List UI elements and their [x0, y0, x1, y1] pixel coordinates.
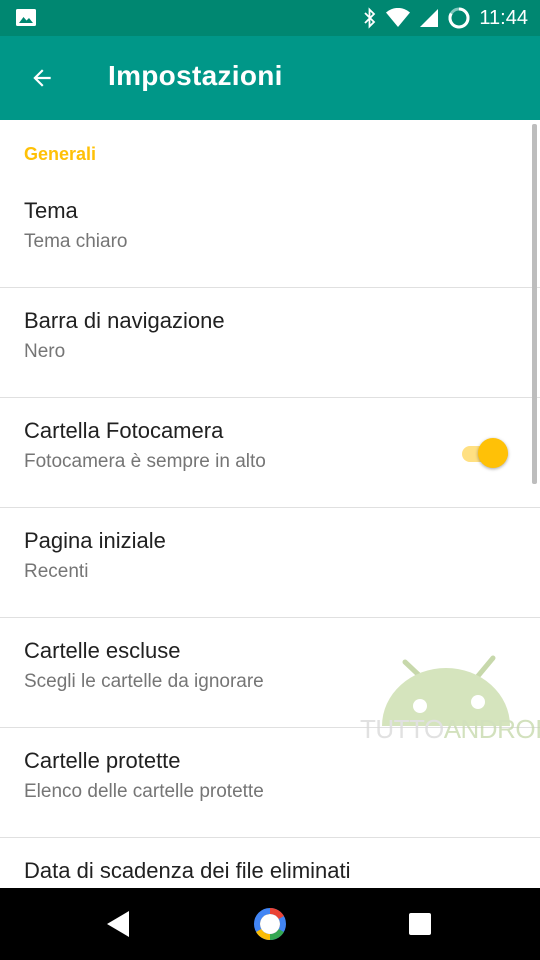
- watermark-text: TUTTOANDROID: [360, 714, 540, 745]
- scrollbar[interactable]: [532, 124, 537, 484]
- pref-title: Cartelle escluse: [24, 638, 181, 663]
- pref-summary: Fotocamera è sempre in alto: [24, 451, 266, 472]
- watermark-part1: TUTTO: [360, 714, 444, 744]
- watermark-part2: ANDROID: [443, 714, 540, 744]
- pref-tema[interactable]: Tema Tema chiaro: [0, 178, 540, 288]
- camera-folder-toggle[interactable]: [458, 436, 512, 470]
- arrow-back-icon: [33, 69, 51, 87]
- status-bar: 11:44: [0, 0, 540, 36]
- wifi-icon: [386, 8, 411, 27]
- pref-summary: Nero: [24, 341, 66, 362]
- navigation-bar: [0, 888, 540, 960]
- pref-summary: Tema chiaro: [24, 231, 128, 252]
- android-robot-icon: [382, 655, 510, 726]
- watermark-logo: TUTTOANDROID: [360, 636, 540, 756]
- pref-title: Tema: [24, 198, 78, 223]
- app-bar: Impostazioni: [0, 36, 540, 120]
- pref-pagina-iniziale[interactable]: Pagina iniziale Recenti: [0, 508, 540, 618]
- signal-icon: [420, 9, 439, 27]
- settings-list[interactable]: Generali Tema Tema chiaro Barra di navig…: [0, 120, 540, 888]
- battery-icon: [448, 7, 470, 29]
- page-title: Impostazioni: [108, 60, 283, 91]
- nav-back-button[interactable]: [98, 904, 138, 944]
- pref-summary: Elenco delle cartelle protette: [24, 781, 264, 802]
- pref-data-scadenza[interactable]: Data di scadenza dei file eliminati: [0, 838, 540, 888]
- pref-title: Barra di navigazione: [24, 308, 225, 333]
- pref-summary: Recenti: [24, 561, 89, 582]
- pref-title: Pagina iniziale: [24, 528, 166, 553]
- pref-title: Cartella Fotocamera: [24, 418, 224, 443]
- status-time: 11:44: [479, 6, 528, 29]
- bluetooth-icon: [364, 7, 376, 29]
- toggle-thumb: [478, 438, 508, 468]
- home-circle-icon: [254, 907, 286, 941]
- back-triangle-icon: [107, 911, 129, 937]
- pref-barra-navigazione[interactable]: Barra di navigazione Nero: [0, 288, 540, 398]
- pref-cartella-fotocamera[interactable]: Cartella Fotocamera Fotocamera è sempre …: [0, 398, 540, 508]
- pref-title: Cartelle protette: [24, 748, 181, 773]
- recents-square-icon: [409, 913, 431, 935]
- nav-recents-button[interactable]: [400, 904, 440, 944]
- back-button[interactable]: [22, 58, 62, 98]
- section-header-generali: Generali: [24, 144, 97, 164]
- pref-summary: Scegli le cartelle da ignorare: [24, 671, 264, 692]
- nav-home-button[interactable]: [250, 904, 290, 944]
- status-icons: 11:44: [355, 0, 528, 36]
- pref-title: Data di scadenza dei file eliminati: [24, 858, 351, 883]
- image-icon: [16, 9, 36, 26]
